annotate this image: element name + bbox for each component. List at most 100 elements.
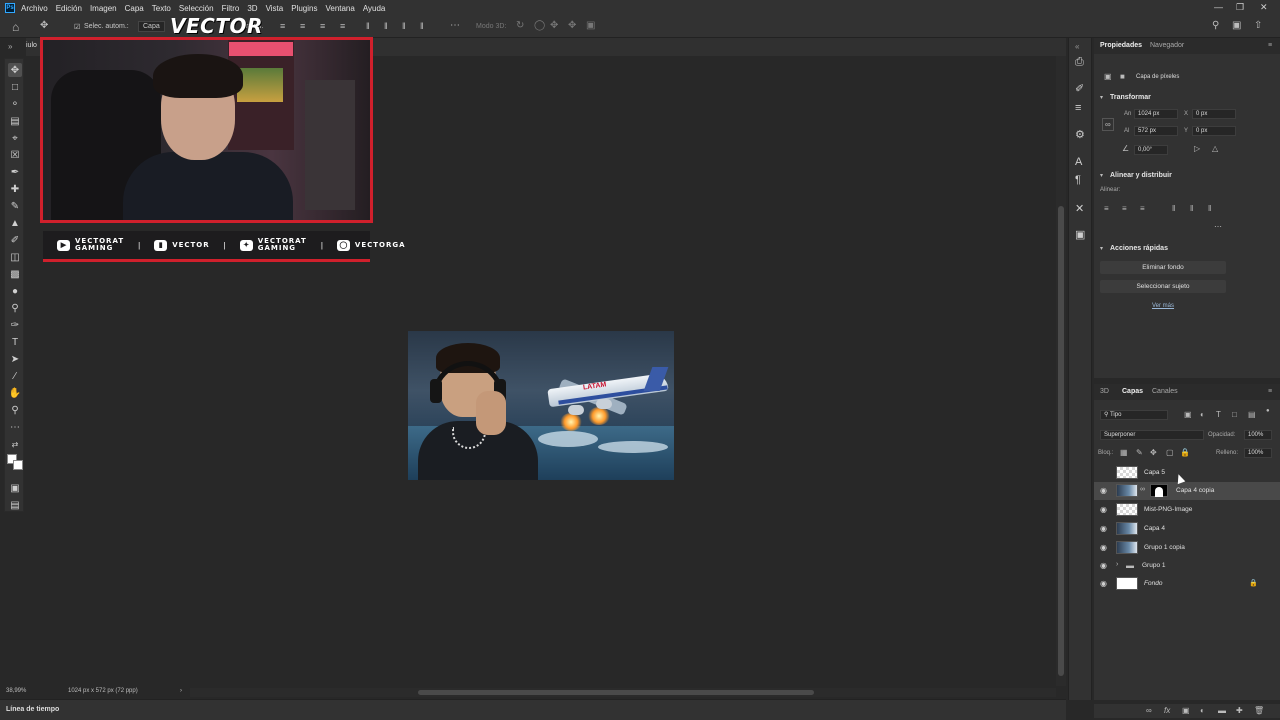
layer-name[interactable]: Grupo 1 (1142, 562, 1166, 569)
new-layer-icon[interactable]: ✚ (1236, 706, 1243, 715)
layer-name[interactable]: Fondo (1144, 580, 1162, 587)
actions-panel-icon[interactable]: ▣ (1075, 228, 1085, 241)
layer-row[interactable]: Capa 5 (1094, 464, 1280, 482)
align-section-title[interactable]: Alinear y distribuir (1110, 172, 1172, 179)
align-right-edges-icon[interactable]: ≡ (1140, 204, 1145, 213)
width-field[interactable]: 1024 px (1134, 109, 1178, 119)
menu-capa[interactable]: Capa (125, 4, 144, 13)
path-select-tool-icon[interactable]: ➤ (8, 352, 22, 366)
chevron-down-icon[interactable]: ▾ (1100, 245, 1103, 252)
pen-tool-icon[interactable]: ✑ (8, 318, 22, 332)
flip-horizontal-icon[interactable]: ▷ (1194, 144, 1200, 153)
see-more-link[interactable]: Ver más (1152, 303, 1174, 309)
opacity-field[interactable]: 100% (1244, 430, 1272, 440)
tab-navegador[interactable]: Navegador (1150, 42, 1184, 49)
paragraph-panel-icon[interactable]: ¶ (1075, 174, 1081, 186)
search-icon[interactable]: ⚲ (1212, 20, 1219, 31)
blend-mode-dropdown[interactable]: Superponer (1100, 430, 1204, 440)
hand-tool-icon[interactable]: ✋ (8, 386, 22, 400)
status-arrow-icon[interactable]: › (180, 688, 182, 694)
tab-capas[interactable]: Capas (1122, 388, 1143, 395)
tools-presets-icon[interactable]: ✕ (1075, 202, 1084, 215)
filter-pixel-icon[interactable]: ▣ (1184, 410, 1192, 419)
distribute-bottom-icon[interactable]: ‖ (402, 21, 406, 31)
remove-background-button[interactable]: Eliminar fondo (1100, 261, 1226, 274)
restore-icon[interactable]: ❐ (1236, 2, 1244, 13)
screen-mode-icon[interactable]: ▤ (8, 498, 22, 512)
menu-vista[interactable]: Vista (266, 4, 284, 13)
brush-settings-icon[interactable]: ✐ (1075, 82, 1084, 95)
eye-icon[interactable]: ◉ (1100, 524, 1107, 533)
menu-edicion[interactable]: Edición (56, 4, 82, 13)
timeline-tab[interactable]: Línea de tiempo (6, 706, 59, 713)
delete-layer-icon[interactable]: 🗑 (1254, 706, 1264, 715)
menu-archivo[interactable]: Archivo (21, 4, 48, 13)
align-vertical-centers-icon[interactable]: ‖ (1190, 204, 1193, 213)
character-panel-icon[interactable]: A (1075, 156, 1082, 168)
filter-adjustment-icon[interactable]: ◐ (1200, 410, 1205, 419)
layer-name[interactable]: Grupo 1 copia (1144, 544, 1185, 551)
eye-icon[interactable]: ◉ (1100, 579, 1107, 588)
horizontal-scrollbar[interactable] (190, 688, 1056, 697)
flip-vertical-icon[interactable]: △ (1212, 144, 1218, 153)
align-left-icon[interactable]: ≡ (280, 21, 285, 31)
line-tool-icon[interactable]: ∕ (8, 369, 22, 383)
menu-ayuda[interactable]: Ayuda (363, 4, 386, 13)
adjustment-layer-icon[interactable]: ◐ (1200, 706, 1205, 715)
history-brush-tool-icon[interactable]: ✐ (8, 233, 22, 247)
layer-filter-dropdown[interactable]: ⚲ Tipo (1100, 410, 1168, 420)
frame-tool-icon[interactable]: ☒ (8, 148, 22, 162)
workspace-icon[interactable]: ▣ (1232, 20, 1241, 31)
zoom-level[interactable]: 38,99% (6, 688, 26, 694)
y-field[interactable]: 0 px (1192, 126, 1236, 136)
eyedropper-tool-icon[interactable]: ✒ (8, 165, 22, 179)
move-tool-icon[interactable]: ✥ (8, 63, 22, 77)
menu-seleccion[interactable]: Selección (179, 4, 214, 13)
align-horizontal-centers-icon[interactable]: ≡ (1122, 204, 1127, 213)
history-panel-icon[interactable]: ⎙ (1075, 56, 1084, 69)
filter-type-icon[interactable]: T (1216, 410, 1221, 419)
distribute-left-icon[interactable]: ‖ (420, 21, 424, 31)
menu-plugins[interactable]: Plugins (291, 4, 317, 13)
menu-imagen[interactable]: Imagen (90, 4, 117, 13)
gradient-tool-icon[interactable]: ▩ (8, 267, 22, 281)
filter-smart-object-icon[interactable]: ▤ (1248, 410, 1256, 419)
vertical-scroll-thumb[interactable] (1058, 206, 1064, 676)
lock-transparent-icon[interactable]: ▦ (1120, 448, 1128, 457)
more-options-icon[interactable]: ⋯ (450, 20, 460, 31)
menu-3d[interactable]: 3D (247, 4, 257, 13)
tab-3d[interactable]: 3D (1100, 388, 1109, 395)
align-bottom-edges-icon[interactable]: ‖ (1208, 204, 1211, 213)
filter-toggle-icon[interactable]: ● (1266, 408, 1270, 414)
horizontal-scroll-thumb[interactable] (418, 690, 814, 695)
panel-menu-icon[interactable]: ≡ (1268, 42, 1272, 49)
layer-name[interactable]: Capa 4 copia (1176, 487, 1214, 494)
layer-mask-thumbnail[interactable] (1150, 484, 1168, 497)
chevron-down-icon[interactable]: ▾ (1100, 172, 1103, 179)
tab-canales[interactable]: Canales (1152, 388, 1178, 395)
clone-stamp-tool-icon[interactable]: ▲ (8, 216, 22, 230)
x-field[interactable]: 0 px (1192, 109, 1236, 119)
quick-mask-icon[interactable]: ▣ (8, 481, 22, 495)
link-layers-icon[interactable]: ∞ (1146, 706, 1152, 715)
camera-3d-icon[interactable]: ▣ (586, 20, 595, 31)
auto-select-dropdown[interactable]: Capa (138, 21, 165, 32)
distribute-top-icon[interactable]: ‖ (366, 21, 370, 31)
more-tools-icon[interactable]: ⋯ (8, 420, 22, 434)
mask-link-icon[interactable]: ∞ (1140, 486, 1145, 493)
align-top-edges-icon[interactable]: ‖ (1172, 204, 1175, 213)
roll-3d-icon[interactable]: ◯ (534, 20, 545, 31)
select-subject-button[interactable]: Seleccionar sujeto (1100, 280, 1226, 293)
document-canvas-image[interactable]: LATAM (408, 331, 674, 480)
dodge-tool-icon[interactable]: ⚲ (8, 301, 22, 315)
new-group-icon[interactable]: ▬ (1218, 706, 1226, 715)
move-tool-icon[interactable]: ✥ (40, 20, 48, 31)
pan-3d-icon[interactable]: ✥ (550, 20, 558, 31)
layer-row[interactable]: ◉ Grupo 1 copia (1094, 539, 1280, 557)
swap-colors-icon[interactable]: ⇄ (8, 437, 22, 451)
tab-propiedades[interactable]: Propiedades (1100, 42, 1142, 49)
fill-field[interactable]: 100% (1244, 448, 1272, 458)
layer-row[interactable]: ◉ Fondo 🔒 (1094, 575, 1280, 593)
height-field[interactable]: 572 px (1134, 126, 1178, 136)
marquee-tool-icon[interactable]: □ (8, 80, 22, 94)
